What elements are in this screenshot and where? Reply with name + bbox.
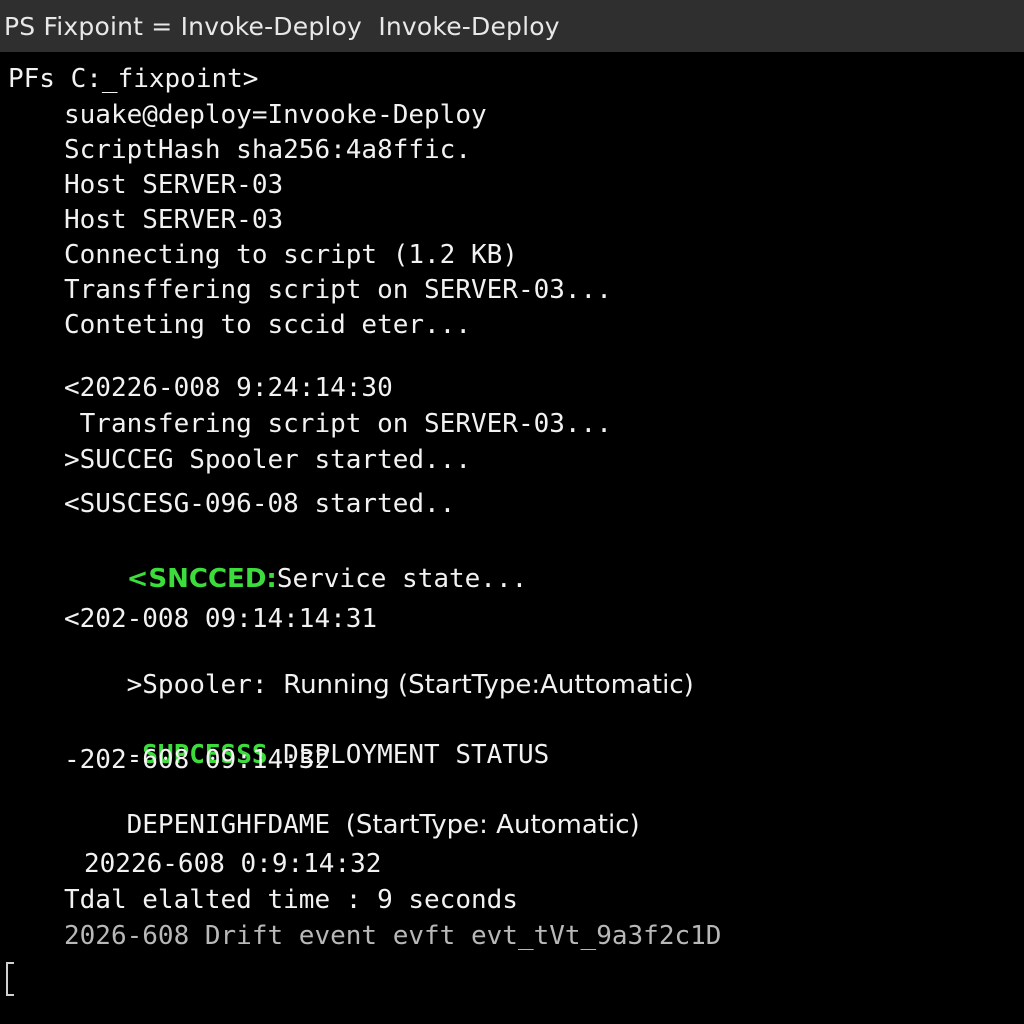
console-line: <SUSCESG-096-08 started.. (64, 489, 456, 519)
timestamp-line: <202-008 09:14:14:31 (64, 604, 378, 634)
console-line: Connecting to script (1.2 KB) (64, 240, 518, 270)
timestamp-line: <20226-008 9:24:14:30 (64, 373, 393, 403)
elapsed-time-line: Tdal elalted time : 9 seconds (64, 885, 518, 915)
console-line: Conteting to sccid eter... (64, 310, 471, 340)
window-title: PS Fixpoint = Invoke-Deploy Invoke-Deplo… (4, 11, 560, 41)
console-line: ScriptHash sha256:4a8ffic. (64, 135, 471, 165)
service-state: Running (StartType:Auttomatic) (283, 670, 694, 700)
console-line: Transfering script on SERVER-03... (64, 409, 612, 439)
console-line: Host SERVER-03 (64, 170, 284, 200)
drift-event-line: 2026-608 Drift event evft evt_tVt_9a3f2c… (64, 921, 722, 951)
service-name: >Spooler: (126, 670, 284, 700)
timestamp-line: 20226-608 0:9:14:32 (84, 849, 382, 879)
prompt-line: PFs C:_fixpoint> (8, 64, 259, 94)
console-output[interactable]: PFs C:_fixpoint> suake@deploy=Invooke-De… (0, 52, 1024, 1024)
console-line: suake@deploy=Invooke-Deploy (64, 100, 487, 130)
start-type: (StartType: Automatic) (345, 810, 640, 840)
deployment-name: DEPENIGHFDAME (126, 810, 346, 840)
console-line: Host SERVER-03 (64, 205, 284, 235)
success-message: Service state... (276, 564, 528, 594)
success-label: <SNCCED: (126, 564, 277, 594)
console-line: Transffering script on SERVER-03... (64, 275, 612, 305)
cursor-caret (6, 962, 14, 996)
title-bar: PS Fixpoint = Invoke-Deploy Invoke-Deplo… (0, 0, 1024, 53)
console-line: >SUCCEG Spooler started... (64, 445, 471, 475)
timestamp-line: -202-608 09:14:32 (64, 745, 331, 775)
